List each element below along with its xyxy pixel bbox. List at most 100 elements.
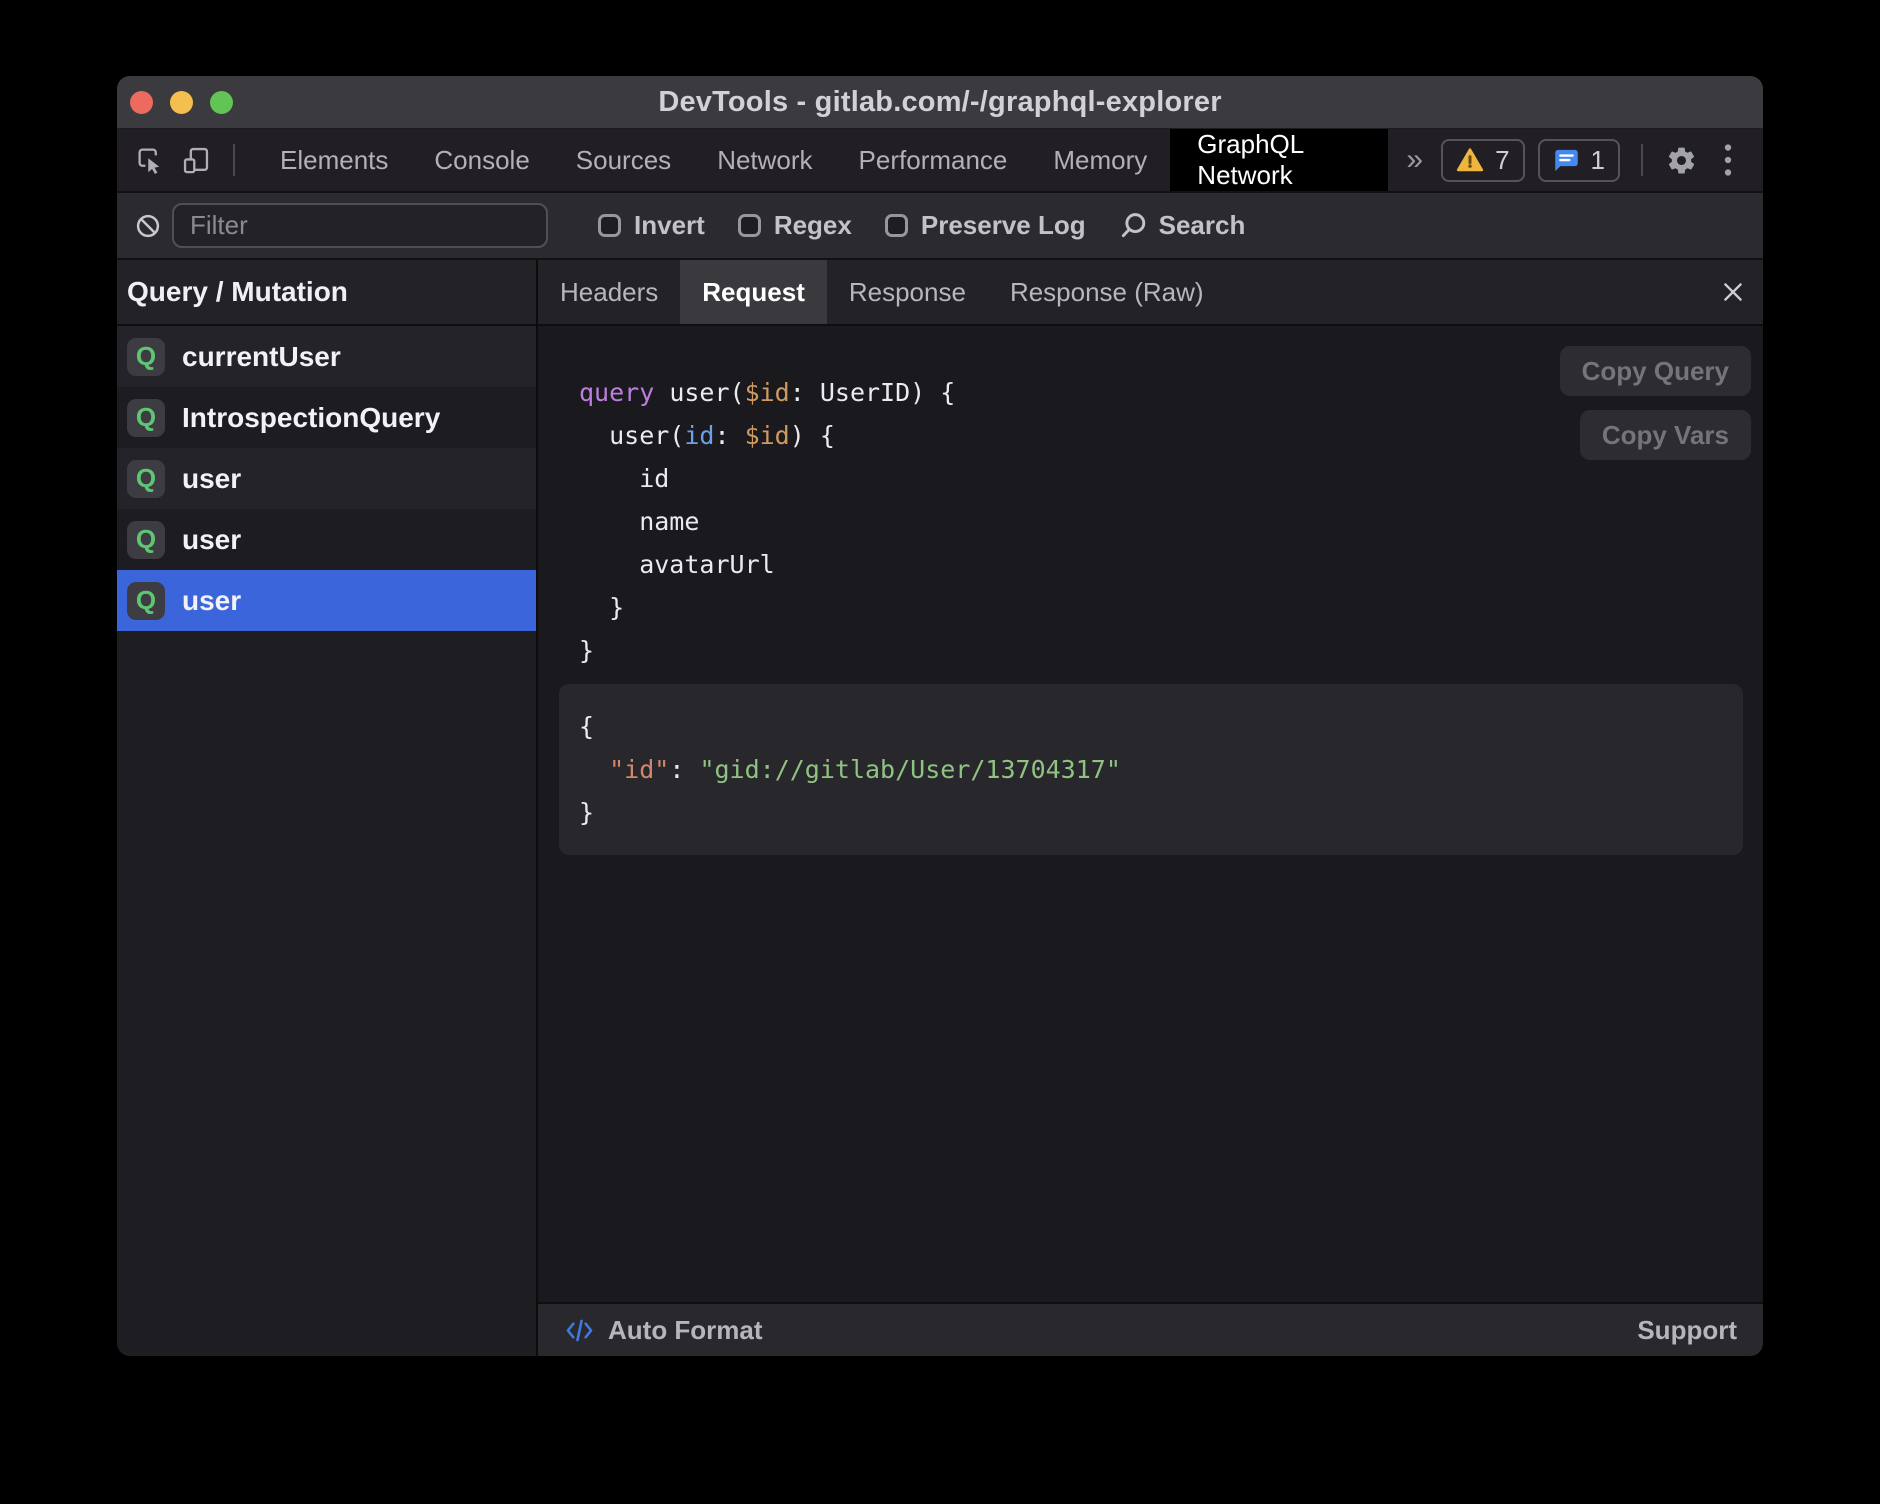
tab-request[interactable]: Request <box>680 260 827 324</box>
query-code-line: } <box>579 586 1763 629</box>
code-token: : <box>714 421 744 450</box>
variables-code-line: } <box>579 791 1723 834</box>
device-toolbar-icon <box>181 145 211 175</box>
sidebar-item-introspectionquery[interactable]: QIntrospectionQuery <box>117 387 536 448</box>
tab-network[interactable]: Network <box>694 129 835 191</box>
invert-checkbox-group: Invert <box>598 210 705 241</box>
sidebar-item-currentuser[interactable]: QcurrentUser <box>117 326 536 387</box>
toolbar-tabs: ElementsConsoleSourcesNetworkPerformance… <box>257 129 1170 191</box>
variables-code-line: "id": "gid://gitlab/User/13704317" <box>579 748 1723 791</box>
tab-performance[interactable]: Performance <box>836 129 1031 191</box>
main-body: Query / Mutation QcurrentUserQIntrospect… <box>117 260 1763 1356</box>
more-options-button[interactable] <box>1711 143 1745 177</box>
support-link[interactable]: Support <box>1637 1315 1737 1346</box>
gear-icon <box>1666 145 1697 176</box>
detail-footer: Auto Format Support <box>538 1302 1763 1356</box>
code-token: $id <box>745 378 790 407</box>
device-toolbar-button[interactable] <box>179 143 213 177</box>
preserve-log-checkbox-group: Preserve Log <box>885 210 1086 241</box>
code-token: ) { <box>790 421 835 450</box>
regex-checkbox[interactable] <box>738 214 761 237</box>
query-list-header: Query / Mutation <box>117 260 536 326</box>
inspect-element-button[interactable] <box>133 143 167 177</box>
invert-checkbox[interactable] <box>598 214 621 237</box>
toolbar-right: 7 1 <box>1441 129 1763 191</box>
minimize-window-button[interactable] <box>170 91 193 114</box>
more-tabs-button[interactable]: » <box>1388 129 1441 191</box>
window-title: DevTools - gitlab.com/-/graphql-explorer <box>658 86 1221 119</box>
query-variables-box: { "id": "gid://gitlab/User/13704317"} <box>559 684 1743 855</box>
search-button[interactable]: Search <box>1119 210 1246 241</box>
query-name-label: user <box>182 524 241 556</box>
query-list-panel: Query / Mutation QcurrentUserQIntrospect… <box>117 260 536 1356</box>
devtools-window: DevTools - gitlab.com/-/graphql-explorer… <box>117 76 1763 1356</box>
sidebar-item-user[interactable]: Quser <box>117 448 536 509</box>
close-window-button[interactable] <box>130 91 153 114</box>
query-name-label: IntrospectionQuery <box>182 402 440 434</box>
code-token: $id <box>745 421 790 450</box>
request-content: query user($id: UserID) { user(id: $id) … <box>538 326 1763 1302</box>
inspect-cursor-icon <box>135 145 165 175</box>
code-token: user( <box>579 421 684 450</box>
sidebar-item-user[interactable]: Quser <box>117 570 536 631</box>
clear-button[interactable] <box>134 212 162 240</box>
variables-code-line: { <box>579 705 1723 748</box>
tab-console[interactable]: Console <box>411 129 552 191</box>
query-code-line: avatarUrl <box>579 543 1763 586</box>
settings-button[interactable] <box>1664 143 1698 177</box>
code-token: query <box>579 378 669 407</box>
query-code-line: } <box>579 629 1763 672</box>
filter-input[interactable] <box>172 203 548 248</box>
code-token: } <box>579 593 624 622</box>
copy-query-button[interactable]: Copy Query <box>1560 346 1751 396</box>
tab-sources[interactable]: Sources <box>553 129 694 191</box>
code-token: } <box>579 636 594 665</box>
tab-response-raw[interactable]: Response (Raw) <box>988 260 1226 324</box>
detail-panel: HeadersRequestResponseResponse (Raw) que… <box>538 260 1763 1356</box>
tab-headers[interactable]: Headers <box>538 260 680 324</box>
code-token: name <box>579 507 699 536</box>
query-name-label: user <box>182 463 241 495</box>
code-token: user( <box>669 378 744 407</box>
code-token: : UserID) { <box>790 378 956 407</box>
tab-graphql-network[interactable]: GraphQL Network <box>1170 129 1388 191</box>
filter-checkboxes: Invert Regex Preserve Log <box>598 210 1086 241</box>
detail-tab-list: HeadersRequestResponseResponse (Raw) <box>538 260 1226 324</box>
sidebar-item-user[interactable]: Quser <box>117 509 536 570</box>
query-type-badge: Q <box>127 521 165 559</box>
regex-checkbox-group: Regex <box>738 210 852 241</box>
warnings-count: 7 <box>1495 145 1509 176</box>
title-bar: DevTools - gitlab.com/-/graphql-explorer <box>117 76 1763 129</box>
copy-vars-button[interactable]: Copy Vars <box>1580 410 1751 460</box>
code-token: "id" <box>609 755 669 784</box>
warnings-badge-button[interactable]: 7 <box>1441 139 1524 182</box>
query-name-label: user <box>182 585 241 617</box>
tab-response[interactable]: Response <box>827 260 988 324</box>
auto-format-button[interactable]: Auto Format <box>608 1315 763 1346</box>
code-token <box>579 755 609 784</box>
close-icon <box>1720 279 1746 305</box>
chat-bubble-icon <box>1553 147 1580 174</box>
tab-elements[interactable]: Elements <box>257 129 411 191</box>
warning-triangle-icon <box>1456 147 1484 173</box>
zoom-window-button[interactable] <box>210 91 233 114</box>
code-token: } <box>579 798 594 827</box>
copy-buttons: Copy Query Copy Vars <box>1560 346 1751 460</box>
preserve-log-checkbox[interactable] <box>885 214 908 237</box>
query-type-badge: Q <box>127 582 165 620</box>
query-list: QcurrentUserQIntrospectionQueryQuserQuse… <box>117 326 536 631</box>
issues-badge-button[interactable]: 1 <box>1538 139 1620 182</box>
filter-options: Invert Regex Preserve Log Search <box>598 210 1245 241</box>
kebab-menu-icon <box>1723 143 1733 177</box>
issues-count: 1 <box>1591 145 1605 176</box>
code-token: { <box>579 712 594 741</box>
close-detail-button[interactable] <box>1703 260 1763 324</box>
code-token: id <box>579 464 669 493</box>
query-type-badge: Q <box>127 460 165 498</box>
tab-memory[interactable]: Memory <box>1030 129 1170 191</box>
toolbar-left-icons <box>117 129 243 191</box>
toolbar-separator <box>1641 144 1643 176</box>
auto-format-icon <box>564 1317 595 1344</box>
query-code-line: id <box>579 457 1763 500</box>
invert-label: Invert <box>634 210 705 241</box>
